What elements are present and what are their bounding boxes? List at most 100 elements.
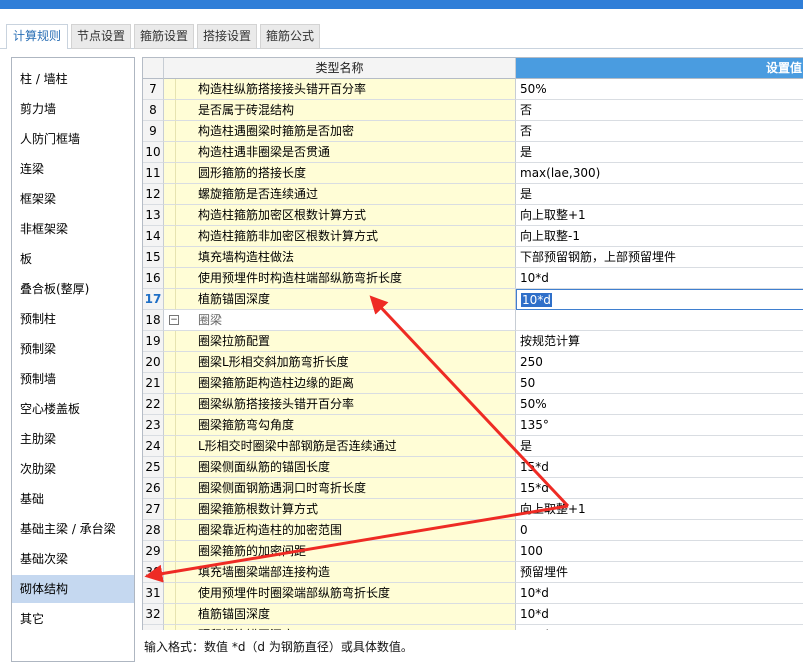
setting-value-cell[interactable]: 向上取整+1 bbox=[516, 205, 803, 226]
title-bar bbox=[0, 0, 803, 9]
sidebar-item[interactable]: 连梁 bbox=[12, 155, 134, 183]
setting-value-cell[interactable]: 向上取整-1 bbox=[516, 226, 803, 247]
sidebar-item[interactable]: 非框架梁 bbox=[12, 215, 134, 243]
setting-value-cell[interactable]: 50 bbox=[516, 373, 803, 394]
setting-value-cell[interactable]: 否 bbox=[516, 121, 803, 142]
component-type-list[interactable]: 柱 / 墙柱 剪力墙 人防门框墙 连梁 框架梁 非框架梁板叠合板(整厚) 预制柱 预制梁 预制墙… bbox=[11, 57, 135, 662]
setting-value-cell[interactable]: 是 bbox=[516, 142, 803, 163]
tab-stirrup-settings[interactable]: 箍筋设置 bbox=[134, 24, 194, 49]
setting-value-cell[interactable]: 是 bbox=[516, 436, 803, 457]
table-row[interactable]: 26 圈梁侧面钢筋遇洞口时弯折长度 15*d bbox=[143, 478, 803, 499]
table-row[interactable]: 20 圈梁L形相交斜加筋弯折长度 250 bbox=[143, 352, 803, 373]
type-name-cell: 填充墙构造柱做法 bbox=[176, 247, 516, 268]
setting-value-cell[interactable]: 15*d bbox=[516, 478, 803, 499]
setting-value-cell[interactable]: 下部预留钢筋，上部预留埋件 bbox=[516, 247, 803, 268]
setting-value-cell[interactable]: 否 bbox=[516, 100, 803, 121]
sidebar-item[interactable]: 主肋梁 bbox=[12, 425, 134, 453]
main-content: 柱 / 墙柱 剪力墙 人防门框墙 连梁 框架梁 非框架梁板叠合板(整厚) 预制柱 预制梁 预制墙… bbox=[0, 49, 803, 664]
setting-value-cell[interactable]: 50% bbox=[516, 79, 803, 100]
setting-value-cell[interactable]: 预留埋件 bbox=[516, 562, 803, 583]
setting-value-cell[interactable]: 是 bbox=[516, 184, 803, 205]
tab-stirrup-formula[interactable]: 箍筋公式 bbox=[260, 24, 320, 49]
table-row[interactable]: 22 圈梁纵筋搭接接头错开百分率 50% bbox=[143, 394, 803, 415]
tab-calc-rules[interactable]: 计算规则 bbox=[6, 24, 68, 50]
table-row[interactable]: 11 圆形箍筋的搭接长度 max(lae,300) bbox=[143, 163, 803, 184]
setting-value-cell[interactable]: 10*d bbox=[516, 583, 803, 604]
type-name-cell: 预留钢筋锚固深度 bbox=[176, 625, 516, 630]
table-row[interactable]: 21 圈梁箍筋距构造柱边缘的距离 50 bbox=[143, 373, 803, 394]
table-row[interactable]: 13 构造柱箍筋加密区根数计算方式 向上取整+1 bbox=[143, 205, 803, 226]
type-name-cell: 螺旋箍筋是否连续通过 bbox=[176, 184, 516, 205]
sidebar-item[interactable]: 柱 / 墙柱 bbox=[12, 65, 134, 93]
type-name-cell: 是否属于砖混结构 bbox=[176, 100, 516, 121]
collapse-toggle-icon[interactable]: − bbox=[169, 315, 179, 325]
table-row[interactable]: 7 构造柱纵筋搭接接头错开百分率 50% bbox=[143, 79, 803, 100]
sidebar-item[interactable]: 人防门框墙 bbox=[12, 125, 134, 153]
selected-value-text[interactable]: 10*d bbox=[521, 293, 552, 307]
table-row[interactable]: 31 使用预埋件时圈梁端部纵筋弯折长度 10*d bbox=[143, 583, 803, 604]
table-row[interactable]: 19 圈梁拉筋配置 按规范计算 bbox=[143, 331, 803, 352]
row-number-header bbox=[143, 58, 164, 79]
row-number: 20 bbox=[143, 352, 164, 373]
setting-value-cell[interactable]: 50% bbox=[516, 394, 803, 415]
table-row[interactable]: 24 L形相交时圈梁中部钢筋是否连续通过是 bbox=[143, 436, 803, 457]
indent-cell bbox=[164, 373, 176, 394]
setting-value-cell[interactable]: 15*d bbox=[516, 457, 803, 478]
row-number: 7 bbox=[143, 79, 164, 100]
setting-value-cell[interactable]: 135° bbox=[516, 415, 803, 436]
sidebar-item[interactable]: 空心楼盖板 bbox=[12, 395, 134, 423]
table-row[interactable]: 23 圈梁箍筋弯勾角度 135° bbox=[143, 415, 803, 436]
setting-value-cell[interactable]: 10*d bbox=[516, 289, 803, 310]
sidebar-item[interactable]: 其它 bbox=[12, 605, 134, 633]
setting-value-cell[interactable]: 0 bbox=[516, 520, 803, 541]
setting-value-cell[interactable]: 30*d bbox=[516, 625, 803, 630]
table-row[interactable]: 30 填充墙圈梁端部连接构造 预留埋件 bbox=[143, 562, 803, 583]
table-row[interactable]: 8 是否属于砖混结构否 bbox=[143, 100, 803, 121]
table-row[interactable]: 17 植筋锚固深度 10*d bbox=[143, 289, 803, 310]
table-row[interactable]: 28 圈梁靠近构造柱的加密范围 0 bbox=[143, 520, 803, 541]
group-row[interactable]: 18 圈梁 − bbox=[143, 310, 803, 331]
setting-value-cell[interactable]: 向上取整+1 bbox=[516, 499, 803, 520]
sidebar-item[interactable]: 预制墙 bbox=[12, 365, 134, 393]
table-row[interactable]: 12 螺旋箍筋是否连续通过是 bbox=[143, 184, 803, 205]
tab-lap-settings[interactable]: 搭接设置 bbox=[197, 24, 257, 49]
setting-value-cell[interactable]: 100 bbox=[516, 541, 803, 562]
sidebar-item[interactable]: 板 bbox=[12, 245, 134, 273]
table-row[interactable]: 29 圈梁箍筋的加密间距 100 bbox=[143, 541, 803, 562]
table-row[interactable]: 9 构造柱遇圈梁时箍筋是否加密否 bbox=[143, 121, 803, 142]
type-name-cell: 构造柱箍筋加密区根数计算方式 bbox=[176, 205, 516, 226]
sidebar-item[interactable]: 框架梁 bbox=[12, 185, 134, 213]
setting-value-cell[interactable]: 10*d bbox=[516, 604, 803, 625]
setting-value-cell[interactable]: 按规范计算 bbox=[516, 331, 803, 352]
table-row[interactable]: 32 植筋锚固深度 10*d bbox=[143, 604, 803, 625]
table-row[interactable]: 27 圈梁箍筋根数计算方式 向上取整+1 bbox=[143, 499, 803, 520]
indent-cell bbox=[164, 247, 176, 268]
setting-value-cell[interactable]: 10*d bbox=[516, 268, 803, 289]
row-number: 30 bbox=[143, 562, 164, 583]
table-row[interactable]: 10 构造柱遇非圈梁是否贯通是 bbox=[143, 142, 803, 163]
setting-value-cell[interactable]: 250 bbox=[516, 352, 803, 373]
row-number: 31 bbox=[143, 583, 164, 604]
row-number: 14 bbox=[143, 226, 164, 247]
sidebar-item[interactable]: 预制柱 bbox=[12, 305, 134, 333]
sidebar-item[interactable]: 次肋梁 bbox=[12, 455, 134, 483]
setting-value-cell[interactable]: max(lae,300) bbox=[516, 163, 803, 184]
tab-node-settings[interactable]: 节点设置 bbox=[71, 24, 131, 49]
table-row[interactable]: 16 使用预埋件时构造柱端部纵筋弯折长度 10*d bbox=[143, 268, 803, 289]
sidebar-item[interactable]: 基础 bbox=[12, 485, 134, 513]
sidebar-item[interactable]: 剪力墙 bbox=[12, 95, 134, 123]
sidebar-item[interactable]: 基础主梁 / 承台梁 bbox=[12, 515, 134, 543]
table-row[interactable]: 14 构造柱箍筋非加密区根数计算方式 向上取整-1 bbox=[143, 226, 803, 247]
sidebar-item[interactable]: 叠合板(整厚) bbox=[12, 275, 134, 303]
table-row[interactable]: 33 预留钢筋锚固深度30*d bbox=[143, 625, 803, 630]
sidebar-item[interactable]: 基础次梁 bbox=[12, 545, 134, 573]
table-row[interactable]: 15 填充墙构造柱做法 下部预留钢筋，上部预留埋件 bbox=[143, 247, 803, 268]
settings-grid[interactable]: 类型名称 设置值 7 构造柱纵筋搭接接头错开百分率 50% 8 是否属于砖混结构否 9 构造… bbox=[142, 57, 803, 630]
setting-value-cell[interactable] bbox=[516, 310, 803, 331]
table-row[interactable]: 25 圈梁侧面纵筋的锚固长度 15*d bbox=[143, 457, 803, 478]
type-name-cell: 圈梁靠近构造柱的加密范围 bbox=[176, 520, 516, 541]
indent-cell bbox=[164, 394, 176, 415]
sidebar-item[interactable]: 预制梁 bbox=[12, 335, 134, 363]
sidebar-item[interactable]: 砌体结构 bbox=[12, 575, 134, 603]
type-name-cell: 植筋锚固深度 bbox=[176, 289, 516, 310]
